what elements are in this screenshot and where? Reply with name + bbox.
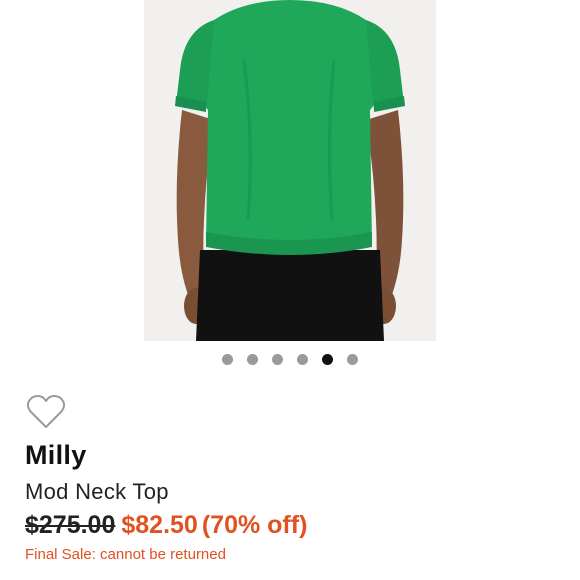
top-shape	[200, 0, 378, 254]
price-row: $275.00 $82.50 (70% off)	[25, 511, 307, 540]
image-carousel-dots	[0, 354, 580, 365]
product-title: Mod Neck Top	[25, 479, 169, 504]
brand-name[interactable]: Milly	[25, 440, 87, 471]
carousel-dot[interactable]	[347, 354, 358, 365]
carousel-dot[interactable]	[247, 354, 258, 365]
carousel-dot[interactable]	[297, 354, 308, 365]
carousel-dot[interactable]	[222, 354, 233, 365]
final-sale-note: Final Sale: cannot be returned	[25, 546, 226, 563]
product-image[interactable]	[144, 0, 436, 341]
sale-price: $82.50	[121, 511, 198, 539]
original-price: $275.00	[25, 511, 116, 539]
like-button[interactable]	[26, 394, 66, 430]
discount-percent: (70% off)	[201, 511, 308, 539]
listing-page: Milly Mod Neck Top $275.00 $82.50 (70% off…	[0, 0, 580, 580]
heart-outline-icon	[26, 395, 66, 428]
product-photo	[144, 0, 436, 341]
carousel-dot[interactable]	[272, 354, 283, 365]
carousel-dot-active[interactable]	[322, 354, 333, 365]
skirt-shape	[196, 250, 384, 341]
